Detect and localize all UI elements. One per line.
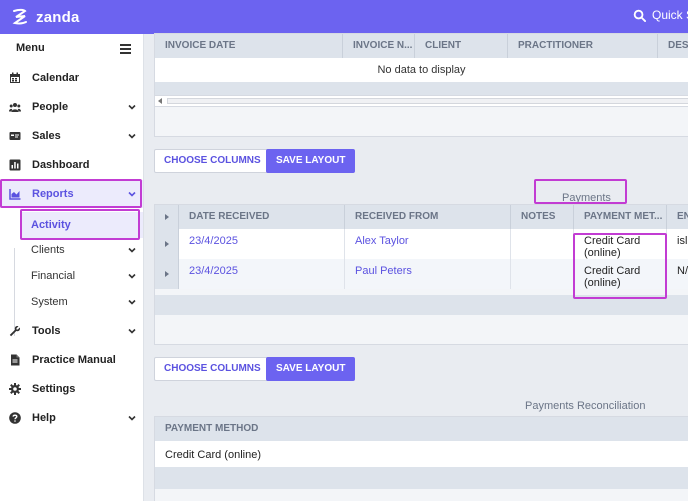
table-row[interactable]: Credit Card (online) (155, 441, 688, 467)
notes-cell (511, 229, 574, 259)
chevron-down-icon[interactable] (128, 246, 136, 254)
column-header[interactable]: DATE RECEIVED (179, 205, 345, 229)
zanda-logo-icon (12, 8, 27, 25)
invoices-header: INVOICE DATE INVOICE N... CLIENT PRACTIT… (155, 34, 688, 58)
expand-triangle-icon[interactable] (165, 271, 169, 277)
sales-icon (9, 132, 21, 140)
reconciliation-grid: PAYMENT METHOD Credit Card (online) (154, 416, 688, 501)
search-icon (633, 9, 646, 22)
column-header[interactable]: EN (667, 205, 688, 229)
horizontal-scrollbar[interactable] (155, 95, 688, 107)
sidebar-item-label: Practice Manual (32, 354, 116, 366)
expand-triangle-icon (165, 214, 169, 220)
sidebar-item-settings[interactable]: Settings (0, 376, 143, 402)
scrollbar-thumb[interactable] (167, 98, 688, 104)
notes-cell (511, 259, 574, 289)
chevron-down-icon[interactable] (128, 103, 136, 111)
highlight-activity (20, 209, 140, 240)
brand-name: zanda (36, 8, 80, 26)
chevron-down-icon[interactable] (128, 298, 136, 306)
chevron-down-icon[interactable] (128, 272, 136, 280)
column-header[interactable]: PAYMENT METHOD (155, 417, 688, 441)
sidebar-item-label: Help (32, 412, 56, 424)
chevron-down-icon[interactable] (128, 414, 136, 422)
quick-search-label: Quick S (652, 8, 688, 22)
row-expander[interactable] (155, 259, 179, 289)
sidebar-item-label: Calendar (32, 72, 80, 84)
expand-triangle-icon[interactable] (165, 241, 169, 247)
date-received-cell[interactable]: 23/4/2025 (179, 229, 345, 259)
document-icon (11, 354, 20, 366)
column-header[interactable]: DESC (658, 34, 688, 58)
column-header[interactable]: PRACTITIONER (508, 34, 658, 58)
sidebar-item-label: People (32, 101, 69, 113)
top-bar: zanda Quick S (0, 0, 688, 34)
expander-header (155, 205, 179, 229)
column-header[interactable]: NOTES (511, 205, 574, 229)
quick-search[interactable]: Quick S (633, 8, 688, 22)
column-header[interactable]: PAYMENT MET... (574, 205, 667, 229)
sidebar-item-label: Settings (32, 383, 76, 395)
people-icon (9, 103, 21, 112)
calendar-icon (10, 72, 20, 83)
extra-cell: N/ (677, 265, 688, 277)
column-header[interactable]: INVOICE N... (343, 34, 415, 58)
row-expander[interactable] (155, 229, 179, 259)
highlight-payments-title (534, 179, 627, 204)
chevron-down-icon[interactable] (128, 327, 136, 335)
sidebar: Menu Calendar People Sales Dashboard Rep… (0, 34, 144, 501)
scroll-left-icon[interactable] (158, 98, 162, 104)
invoices-grid: INVOICE DATE INVOICE N... CLIENT PRACTIT… (154, 33, 688, 137)
received-from-cell[interactable]: Alex Taylor (345, 229, 511, 259)
sidebar-subitem-financial[interactable]: Financial (20, 264, 143, 288)
sidebar-subitem-label: System (31, 296, 68, 308)
choose-columns-button[interactable]: CHOOSE COLUMNS (154, 149, 271, 173)
column-header[interactable]: CLIENT (415, 34, 508, 58)
sidebar-item-sales[interactable]: Sales (0, 123, 143, 149)
sidebar-subitem-label: Clients (31, 244, 65, 256)
logo[interactable]: zanda (10, 7, 80, 27)
sidebar-item-calendar[interactable]: Calendar (0, 65, 143, 91)
sidebar-item-practice-manual[interactable]: Practice Manual (0, 347, 143, 373)
column-header[interactable]: INVOICE DATE (155, 34, 343, 58)
extra-cell: isl (677, 235, 688, 247)
save-layout-button[interactable]: SAVE LAYOUT (266, 357, 356, 381)
date-received-cell[interactable]: 23/4/2025 (179, 259, 345, 289)
gear-icon (9, 383, 21, 395)
hamburger-menu-icon[interactable] (120, 44, 131, 54)
chevron-down-icon[interactable] (128, 132, 136, 140)
sidebar-item-label: Sales (32, 130, 61, 142)
sidebar-subitem-label: Financial (31, 270, 76, 282)
help-icon (9, 412, 21, 424)
save-layout-button[interactable]: SAVE LAYOUT (266, 149, 356, 173)
wrench-icon (9, 325, 21, 337)
received-from-cell[interactable]: Paul Peters (345, 259, 511, 289)
payment-method-cell: Credit Card (online) (165, 449, 261, 461)
payments-header: DATE RECEIVED RECEIVED FROM NOTES PAYMEN… (155, 205, 688, 229)
highlight-payment-method (573, 233, 667, 299)
sidebar-subitem-system[interactable]: System (20, 290, 143, 314)
sidebar-item-help[interactable]: Help (0, 405, 143, 431)
dashboard-icon (9, 159, 21, 171)
highlight-reports (0, 179, 142, 208)
reconciliation-header: PAYMENT METHOD (155, 417, 688, 441)
sidebar-item-label: Dashboard (32, 159, 90, 171)
payments-reconciliation-title: Payments Reconciliation (525, 400, 646, 412)
menu-header: Menu (0, 34, 143, 64)
grid-footer-strip (155, 467, 688, 489)
sidebar-item-tools[interactable]: Tools (0, 318, 143, 344)
sidebar-item-label: Tools (32, 325, 61, 337)
sidebar-subitem-clients[interactable]: Clients (20, 238, 143, 262)
column-header[interactable]: RECEIVED FROM (345, 205, 511, 229)
grid-footer-strip (155, 82, 688, 95)
empty-message: No data to display (155, 58, 688, 82)
sidebar-item-dashboard[interactable]: Dashboard (0, 152, 143, 178)
menu-title: Menu (16, 42, 45, 54)
choose-columns-button[interactable]: CHOOSE COLUMNS (154, 357, 271, 381)
sidebar-item-people[interactable]: People (0, 94, 143, 120)
